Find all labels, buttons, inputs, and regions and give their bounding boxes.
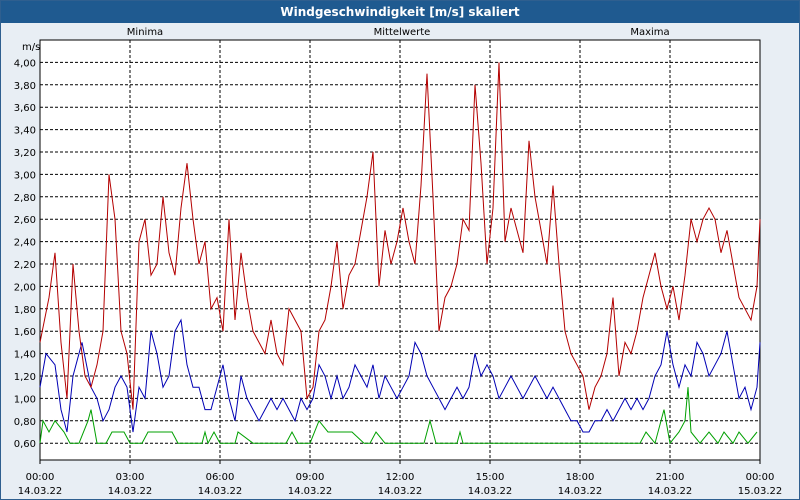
y-tick-label: 2,20 <box>14 260 36 271</box>
x-tick-labels: 00:00 14.03.22 03:00 14.03.22 06:00 14.03.22 0… <box>18 472 783 497</box>
y-tick-label: 2,00 <box>14 282 36 293</box>
x-tick-date: 14.03.22 <box>468 486 513 497</box>
x-tick-date: 14.03.22 <box>198 486 243 497</box>
x-tick-time: 06:00 <box>206 472 235 483</box>
y-tick-label: 2,80 <box>14 193 36 204</box>
y-tick-label: 1,20 <box>14 372 36 383</box>
x-tick-time: 15:00 <box>476 472 505 483</box>
y-tick-label: 1,60 <box>14 327 36 338</box>
x-tick-time: 09:00 <box>296 472 325 483</box>
y-axis-label: m/s <box>22 42 40 53</box>
y-tick-label: 3,40 <box>14 126 36 137</box>
x-tick-date: 14.03.22 <box>18 486 63 497</box>
x-tick-time: 18:00 <box>566 472 595 483</box>
y-tick-label: 2,40 <box>14 238 36 249</box>
x-tick-date: 15.03.22 <box>738 486 783 497</box>
y-tick-label: 1,80 <box>14 305 36 316</box>
y-tick-label: 1,00 <box>14 394 36 405</box>
x-tick-time: 21:00 <box>656 472 685 483</box>
x-tick-time: 03:00 <box>116 472 145 483</box>
y-tick-label: 0,60 <box>14 439 36 450</box>
legend-mittelwerte: Mittelwerte <box>374 27 431 38</box>
y-tick-label: 4,00 <box>14 58 36 69</box>
x-tick-date: 14.03.22 <box>378 486 423 497</box>
legend-minima: Minima <box>127 27 163 38</box>
y-tick-label: 1,40 <box>14 350 36 361</box>
y-tick-label: 0,80 <box>14 417 36 428</box>
x-tick-time: 12:00 <box>386 472 415 483</box>
legend-maxima: Maxima <box>630 27 669 38</box>
x-tick-date: 14.03.22 <box>108 486 153 497</box>
y-tick-label: 3,20 <box>14 148 36 159</box>
x-tick-date: 14.03.22 <box>288 486 333 497</box>
line-chart: 0,60 0,80 1,00 1,20 1,40 1,60 1,80 2,00 2,20 2,40… <box>14 27 783 497</box>
x-tick-time: 00:00 <box>26 472 55 483</box>
x-tick-date: 14.03.22 <box>558 486 603 497</box>
x-tick-date: 14.03.22 <box>648 486 693 497</box>
y-tick-label: 3,60 <box>14 103 36 114</box>
x-tick-time: 00:00 <box>746 472 775 483</box>
y-tick-labels: 0,60 0,80 1,00 1,20 1,40 1,60 1,80 2,00 2,20 2,40… <box>14 58 36 450</box>
y-tick-label: 3,00 <box>14 170 36 181</box>
y-tick-label: 2,60 <box>14 215 36 226</box>
y-tick-label: 3,80 <box>14 81 36 92</box>
